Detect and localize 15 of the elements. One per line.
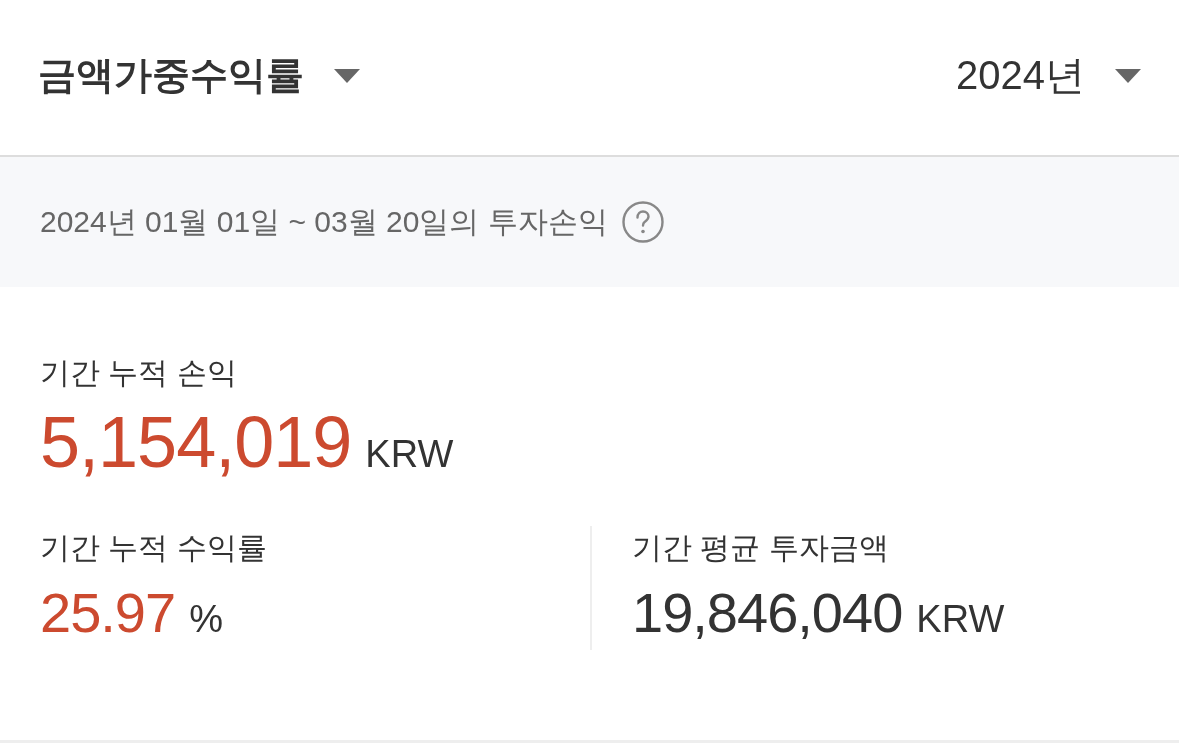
metric-value: 5,154,019	[40, 403, 352, 483]
unit-text: KRW	[916, 598, 1005, 642]
metric-value: 25.97	[40, 582, 176, 644]
metric-dropdown[interactable]: 금액가중수익률	[38, 50, 360, 101]
unit-text: %	[189, 598, 223, 642]
metric-label: 기간 누적 수익률	[40, 530, 268, 567]
metric-value: 19,846,040	[632, 582, 903, 644]
caret-icon	[1115, 68, 1141, 83]
metric-label: 기간 누적 손익	[40, 355, 238, 391]
year-dropdown[interactable]: 2024년	[956, 48, 1141, 103]
unit-text: KRW	[365, 433, 454, 476]
help-icon[interactable]	[621, 201, 664, 243]
caret-icon	[334, 68, 360, 83]
metric-label: 기간 평균 투자금액	[632, 530, 890, 567]
period-text: 2024년 01월 01일 ~ 03월 20일의 투자손익	[40, 203, 608, 240]
